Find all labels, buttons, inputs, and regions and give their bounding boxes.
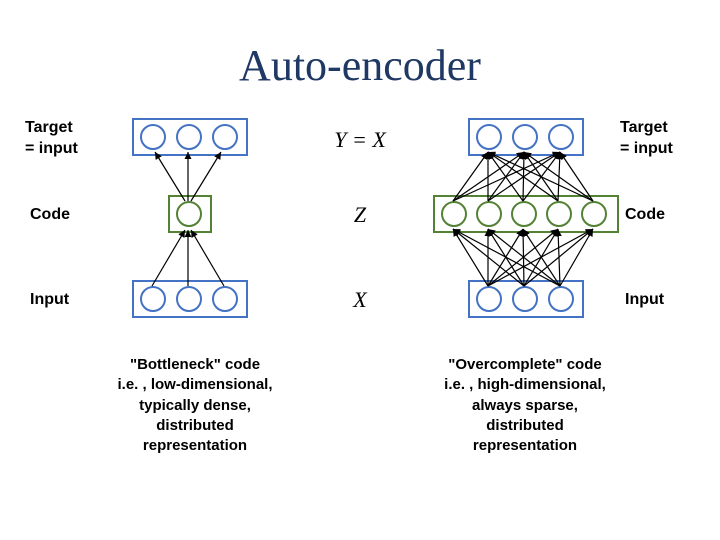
node [140,286,166,312]
math-z: Z [300,202,420,228]
label-target-left: Target= input [25,118,78,160]
node [512,286,538,312]
node [548,286,574,312]
math-x: X [300,287,420,313]
node [476,124,502,150]
label-code-right: Code [625,205,665,226]
node [176,286,202,312]
node [212,124,238,150]
desc-left: "Bottleneck" codei.e. , low-dimensional,… [95,355,295,456]
label-input-right: Input [625,290,664,311]
node [176,124,202,150]
node [512,124,538,150]
node [176,201,202,227]
label-target-right: Target= input [620,118,673,160]
math-y: Y = X [300,127,420,153]
node [476,201,502,227]
label-code-left: Code [30,205,70,226]
label-input-left: Input [30,290,69,311]
node [546,201,572,227]
node [476,286,502,312]
desc-right: "Overcomplete" codei.e. , high-dimension… [415,355,635,456]
node [212,286,238,312]
node [511,201,537,227]
node [140,124,166,150]
page-title: Auto-encoder [0,40,720,91]
node [441,201,467,227]
node [548,124,574,150]
node [581,201,607,227]
